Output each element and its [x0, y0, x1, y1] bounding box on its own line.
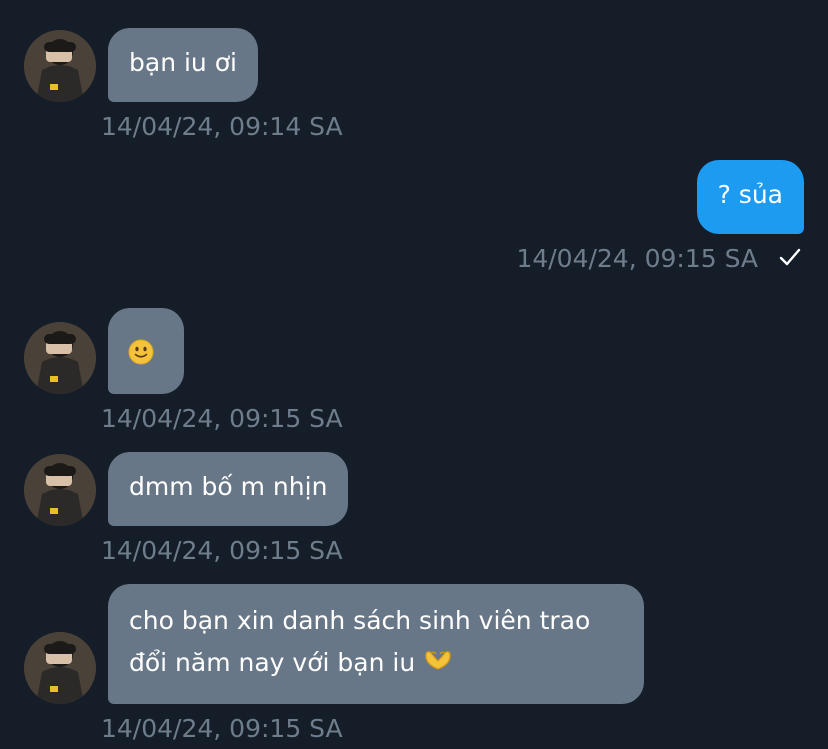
message-text: dmm bố m nhịn: [129, 472, 328, 501]
avatar[interactable]: [24, 30, 96, 102]
message-text: ? sủa: [717, 180, 783, 209]
message-text-line: cho bạn xin danh sách sinh viên trao: [129, 606, 591, 635]
message-timestamp: 14/04/24, 09:15 SA: [516, 244, 759, 273]
avatar[interactable]: [24, 322, 96, 394]
avatar[interactable]: [24, 632, 96, 704]
slightly-smiling-face-icon: [128, 338, 154, 376]
message-bubble-incoming[interactable]: [108, 308, 184, 394]
message-text-line-2: đổi năm nay với bạn iu: [129, 642, 623, 685]
message-text: bạn iu ơi: [129, 48, 237, 77]
avatar[interactable]: [24, 454, 96, 526]
message-timestamp: 14/04/24, 09:15 SA: [101, 404, 343, 433]
heart-hands-icon: [423, 643, 453, 685]
message-timestamp: 14/04/24, 09:15 SA: [101, 536, 343, 565]
checkmark-icon: [778, 245, 802, 275]
message-status-row: 14/04/24, 09:15 SA: [516, 244, 802, 275]
chat-thread: bạn iu ơi 14/04/24, 09:14 SA ? sủa 14/04…: [0, 0, 828, 749]
message-bubble-outgoing[interactable]: ? sủa: [696, 160, 804, 234]
message-bubble-incoming[interactable]: bạn iu ơi: [108, 28, 258, 102]
message-bubble-incoming[interactable]: dmm bố m nhịn: [108, 452, 349, 526]
message-timestamp: 14/04/24, 09:14 SA: [101, 112, 343, 141]
message-text: đổi năm nay với bạn iu: [129, 648, 416, 677]
message-timestamp: 14/04/24, 09:15 SA: [101, 714, 343, 743]
message-bubble-incoming[interactable]: cho bạn xin danh sách sinh viên trao đổi…: [108, 584, 644, 704]
